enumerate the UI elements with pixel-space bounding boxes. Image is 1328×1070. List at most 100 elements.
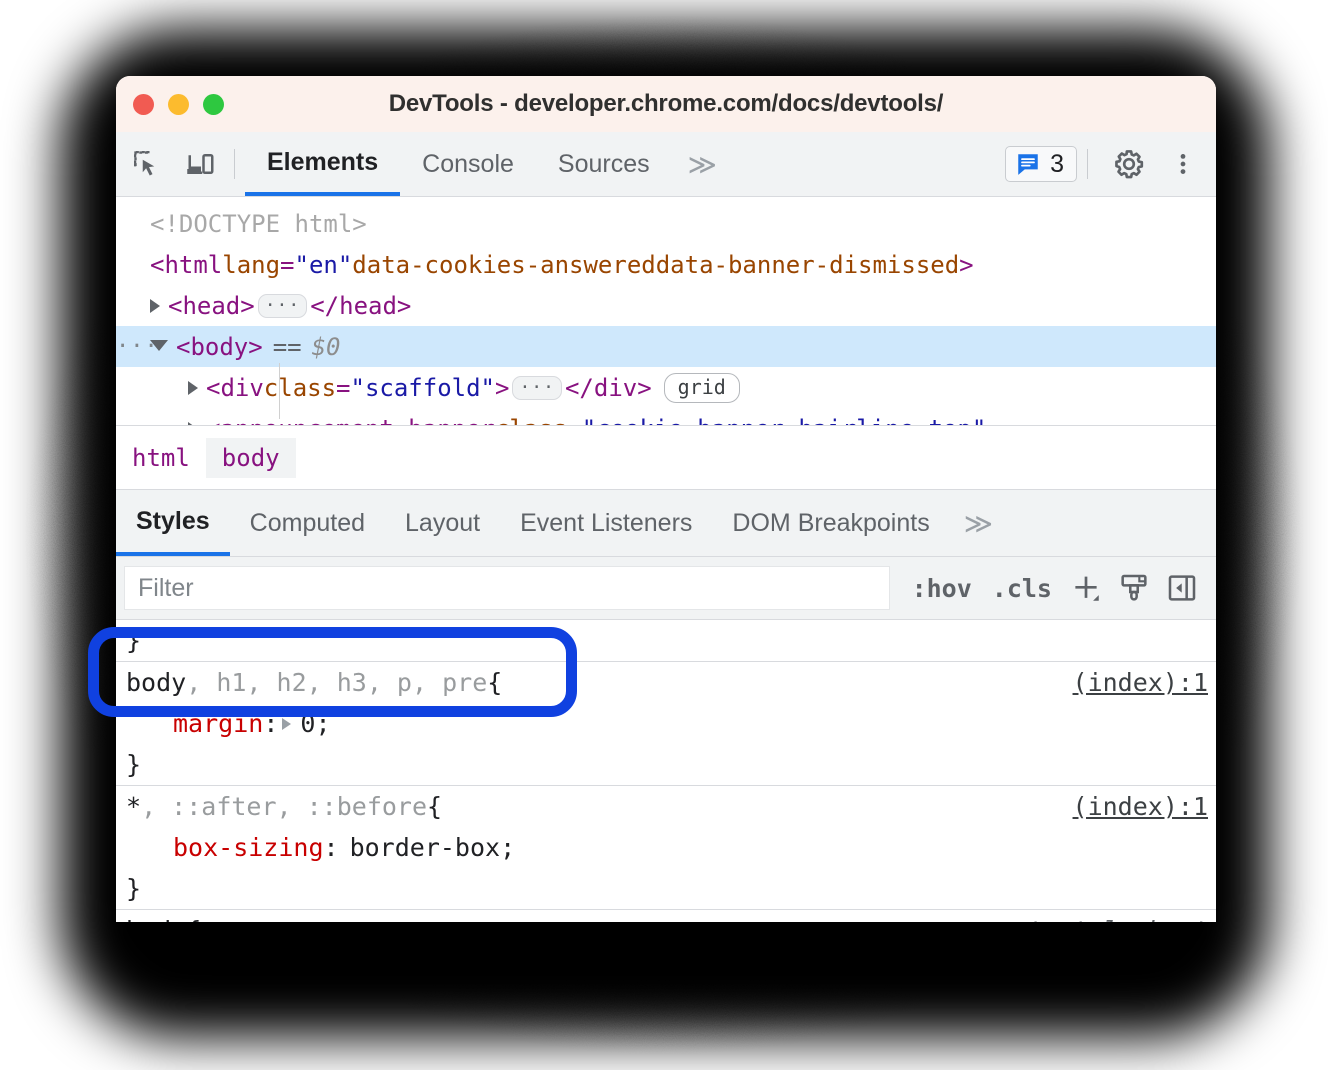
dom-row-div-scaffold[interactable]: <div class="scaffold">···</div>grid — [116, 367, 1216, 408]
grid-badge[interactable]: grid — [664, 373, 740, 403]
message-count-label: 3 — [1050, 152, 1064, 177]
div-collapsed-children-icon[interactable]: ··· — [512, 376, 562, 400]
toolbar-right-actions: 3 — [1005, 141, 1216, 187]
inspect-element-icon[interactable] — [124, 141, 170, 187]
filter-input[interactable]: Filter — [124, 566, 890, 610]
toggle-pseudo-states-button[interactable]: :hov — [904, 574, 980, 603]
div-attr-class-eq: = — [336, 374, 350, 402]
dom-row-html[interactable]: <html lang="en" data-cookies-answered da… — [116, 244, 1216, 285]
tab-styles[interactable]: Styles — [116, 490, 230, 556]
head-collapsed-children-icon[interactable]: ··· — [258, 294, 308, 318]
gear-glyph — [1113, 148, 1145, 180]
tab-dom-breakpoints[interactable]: DOM Breakpoints — [712, 490, 949, 556]
toggle-sidebar-glyph — [1166, 572, 1198, 604]
toggle-sidebar-icon[interactable] — [1160, 566, 1204, 610]
body-rule-margin-declaration[interactable]: margin:0; — [126, 703, 1216, 744]
user-agent-rule-selector-line[interactable]: body { user agent stylesheet — [126, 910, 1216, 922]
filter-placeholder: Filter — [138, 574, 194, 603]
margin-property-value[interactable]: 0 — [300, 709, 315, 738]
body-rule-closing-brace: } — [126, 750, 141, 779]
tab-computed[interactable]: Computed — [230, 490, 385, 556]
breadcrumb-item-html[interactable]: html — [116, 438, 206, 478]
style-rule-partial-top[interactable]: } — [116, 620, 1216, 662]
body-rule-selector-line[interactable]: body, h1, h2, h3, p, pre { (index):1 — [126, 662, 1216, 703]
gear-icon[interactable] — [1106, 141, 1152, 187]
breadcrumb-item-body-label: body — [222, 444, 280, 472]
toolbar-divider — [234, 149, 235, 179]
more-panels-button[interactable]: ≫ — [672, 132, 733, 196]
expand-head-triangle-icon[interactable] — [150, 299, 160, 313]
tab-event-listeners[interactable]: Event Listeners — [500, 490, 712, 556]
universal-rule-box-sizing-declaration[interactable]: box-sizing:border-box; — [126, 827, 1216, 868]
body-equals: == — [273, 333, 302, 361]
dom-row-body-selected[interactable]: ···<body>==$0 — [116, 326, 1216, 367]
html-tag-open: <html — [150, 251, 222, 279]
window-titlebar: DevTools - developer.chrome.com/docs/dev… — [116, 76, 1216, 132]
expand-banner-triangle-icon[interactable] — [188, 422, 198, 426]
body-rule-closing-brace-line: } — [126, 744, 1216, 785]
styles-rules-pane[interactable]: } body, h1, h2, h3, p, pre { (index):1 m… — [116, 620, 1216, 922]
style-rule-body-user-agent[interactable]: body { user agent stylesheet — [116, 910, 1216, 922]
plus-new-style-rule-icon[interactable] — [1064, 566, 1108, 610]
user-agent-rule-selector: body — [126, 916, 186, 922]
html-attr-lang-value: "en" — [295, 251, 353, 279]
paintbrush-glyph — [1118, 572, 1150, 604]
toolbar-divider-2 — [1087, 149, 1088, 179]
universal-rule-origin-link[interactable]: (index):1 — [1073, 792, 1208, 821]
banner-tag-open: <announcement-banner — [206, 415, 495, 426]
dom-row-announcement-banner[interactable]: <announcement-banner class="cookie-banne… — [116, 408, 1216, 425]
banner-attr-class-eq: = — [567, 415, 581, 426]
partial-top-closing-brace: } — [126, 626, 141, 655]
box-sizing-colon: : — [324, 833, 339, 862]
margin-property-name[interactable]: margin — [173, 709, 263, 738]
minimize-window-button[interactable] — [168, 94, 189, 115]
div-tag-gt: > — [495, 374, 509, 402]
message-count-button[interactable]: 3 — [1005, 146, 1077, 182]
universal-rule-closing-brace-line: } — [126, 868, 1216, 909]
collapse-body-triangle-icon[interactable] — [150, 340, 168, 351]
breadcrumb: html body — [116, 425, 1216, 489]
plus-new-style-rule-glyph — [1069, 571, 1103, 605]
div-attr-class-value: "scaffold" — [351, 374, 496, 402]
div-tag-open: <div — [206, 374, 264, 402]
devtools-window: DevTools - developer.chrome.com/docs/dev… — [116, 76, 1216, 922]
html-attr-lang-name: lang — [222, 251, 280, 279]
tab-console[interactable]: Console — [400, 132, 536, 196]
breadcrumb-item-html-label: html — [132, 444, 190, 472]
div-close-tag: </div> — [565, 374, 652, 402]
filter-action-buttons: :hov .cls — [890, 566, 1216, 610]
universal-rule-selector-matched: * — [126, 792, 141, 821]
box-sizing-property-name[interactable]: box-sizing — [173, 833, 324, 862]
dom-tree[interactable]: <!DOCTYPE html> <html lang="en" data-coo… — [116, 197, 1216, 425]
device-toolbar-icon[interactable] — [178, 141, 224, 187]
tab-elements[interactable]: Elements — [245, 132, 400, 196]
tab-sources[interactable]: Sources — [536, 132, 672, 196]
info-message-icon — [1015, 151, 1041, 177]
user-agent-rule-brace-open: { — [186, 916, 201, 922]
style-rule-universal[interactable]: *, ::after, ::before { (index):1 box-siz… — [116, 786, 1216, 910]
tab-layout[interactable]: Layout — [385, 490, 500, 556]
body-rule-origin-link[interactable]: (index):1 — [1073, 668, 1208, 697]
universal-rule-selector-unmatched: , ::after, ::before — [141, 792, 427, 821]
body-row-menu-dots-icon[interactable]: ··· — [116, 334, 150, 359]
universal-rule-selector-line[interactable]: *, ::after, ::before { (index):1 — [126, 786, 1216, 827]
box-sizing-property-value[interactable]: border-box — [350, 833, 501, 862]
toggle-element-classes-button[interactable]: .cls — [984, 574, 1060, 603]
dom-row-doctype[interactable]: <!DOCTYPE html> — [116, 203, 1216, 244]
tab-styles-label: Styles — [136, 507, 210, 536]
devtools-main-toolbar: Elements Console Sources ≫ 3 — [116, 132, 1216, 197]
more-sidebar-tabs-button[interactable]: ≫ — [950, 490, 1007, 556]
breadcrumb-item-body[interactable]: body — [206, 438, 296, 478]
margin-expand-triangle-icon[interactable] — [282, 718, 291, 730]
tab-console-label: Console — [422, 150, 514, 179]
device-toolbar-glyph — [186, 149, 216, 179]
close-window-button[interactable] — [133, 94, 154, 115]
sidebar-tab-list: Styles Computed Layout Event Listeners D… — [116, 489, 1216, 556]
user-agent-rule-origin: user agent stylesheet — [892, 916, 1208, 922]
kebab-menu-icon[interactable] — [1160, 141, 1206, 187]
maximize-window-button[interactable] — [203, 94, 224, 115]
dom-row-head[interactable]: <head>···</head> — [116, 285, 1216, 326]
style-rule-body-h1-h2-h3-p-pre[interactable]: body, h1, h2, h3, p, pre { (index):1 mar… — [116, 662, 1216, 786]
expand-div-triangle-icon[interactable] — [188, 381, 198, 395]
paintbrush-icon[interactable] — [1112, 566, 1156, 610]
